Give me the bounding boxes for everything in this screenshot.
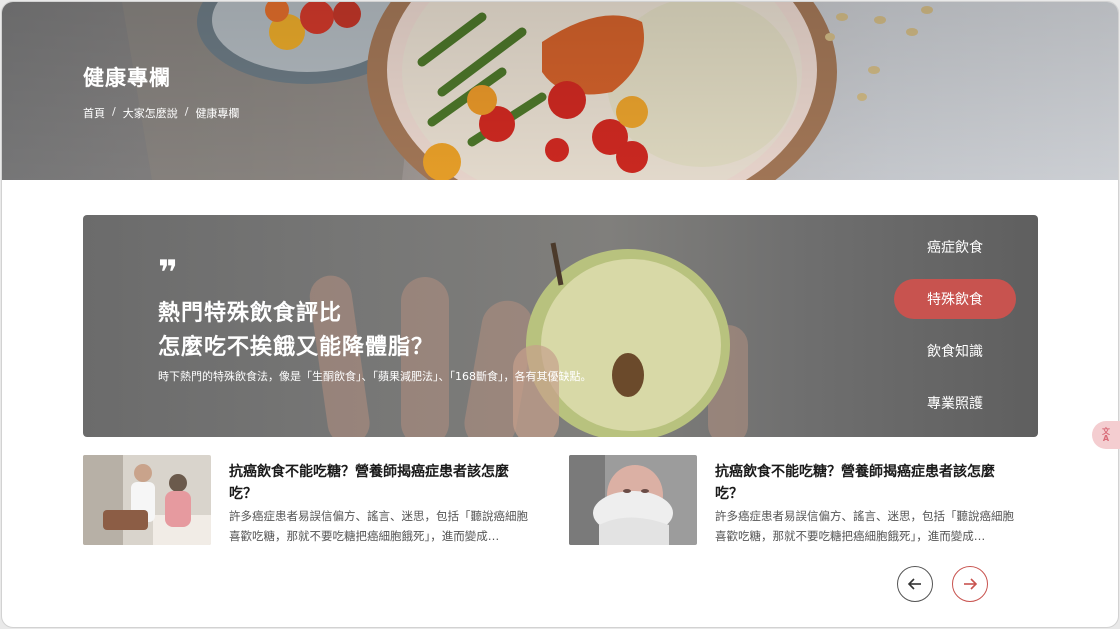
article-thumbnail[interactable] [83,455,211,545]
featured-article-banner[interactable]: ❞ 熱門特殊飲食評比 怎麼吃不挨餓又能降體脂？ 時下熱門的特殊飲食法，像是「生酮… [83,215,1038,437]
doctor-patient-photo-icon [83,455,211,545]
breadcrumb-separator: / [112,105,116,118]
tab-professional-care[interactable]: 專業照護 [894,383,1016,423]
arrow-right-icon [964,578,978,590]
translate-icon: 文 A [1102,427,1110,443]
category-tabs: 癌症飲食 特殊飲食 飲食知識 專業照護 [894,227,1016,435]
breadcrumb-home[interactable]: 首頁 [83,105,105,121]
next-button[interactable] [952,566,988,602]
browser-window: 健康專欄 首頁 / 大家怎麼說 / 健康專欄 ❞ 熱門特殊飲食評比 怎麼吃不挨餓… [1,1,1119,628]
arrow-left-icon [907,578,921,590]
tab-special-diet[interactable]: 特殊飲食 [894,279,1016,319]
article-card[interactable]: 抗癌飲食不能吃糖？營養師揭癌症患者該怎麼吃？ 許多癌症患者易誤信偏方、謠言、迷思… [83,455,533,547]
translate-button[interactable]: 文 A [1092,421,1120,449]
hero-banner: 健康專欄 首頁 / 大家怎麼說 / 健康專欄 [2,2,1118,180]
newborn-baby-photo-icon [569,455,697,545]
article-thumbnail[interactable] [569,455,697,545]
featured-description: 時下熱門的特殊飲食法，像是「生酮飲食」、「蘋果減肥法」、「168斷食」，各有其優… [158,370,592,383]
quote-icon: ❞ [158,253,178,293]
breadcrumb-current: 健康專欄 [195,107,240,120]
tab-diet-knowledge[interactable]: 飲食知識 [894,331,1016,371]
article-excerpt: 許多癌症患者易誤信偏方、謠言、迷思，包括「聽說癌細胞喜歡吃糖，那就不要吃糖把癌細… [715,509,1014,543]
tab-cancer-diet[interactable]: 癌症飲食 [894,227,1016,267]
breadcrumb: 首頁 / 大家怎麼說 / 健康專欄 [83,105,239,121]
featured-title-line-1: 熱門特殊飲食評比 [158,301,343,326]
article-excerpt: 許多癌症患者易誤信偏方、謠言、迷思，包括「聽說癌細胞喜歡吃糖，那就不要吃糖把癌細… [229,509,528,543]
previous-button[interactable] [897,566,933,602]
breadcrumb-community[interactable]: 大家怎麼說 [123,105,178,121]
article-title[interactable]: 抗癌飲食不能吃糖？營養師揭癌症患者該怎麼吃？ [229,461,529,505]
breadcrumb-separator: / [184,105,189,118]
page-title: 健康專欄 [83,66,171,90]
article-card[interactable]: 抗癌飲食不能吃糖？營養師揭癌症患者該怎麼吃？ 許多癌症患者易誤信偏方、謠言、迷思… [569,455,1019,547]
featured-title-line-2: 怎麼吃不挨餓又能降體脂？ [158,335,435,360]
article-title[interactable]: 抗癌飲食不能吃糖？營養師揭癌症患者該怎麼吃？ [715,461,1015,505]
